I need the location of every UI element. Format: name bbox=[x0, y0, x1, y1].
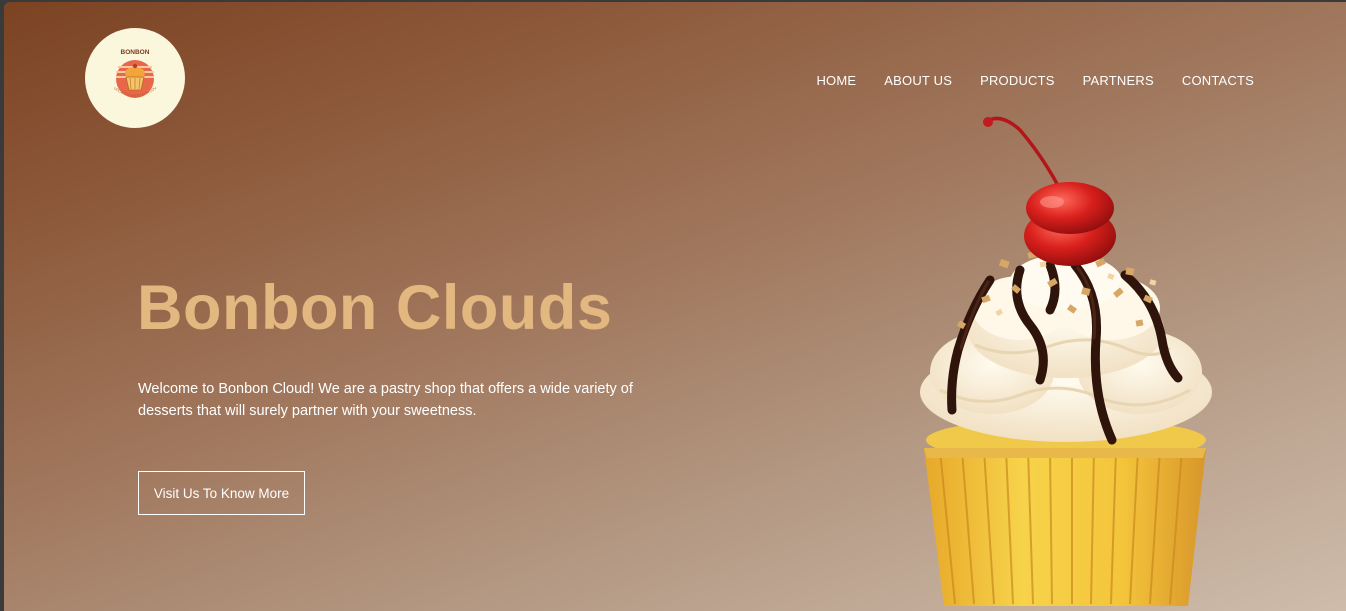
hero-description: Welcome to Bonbon Cloud! We are a pastry… bbox=[138, 381, 633, 419]
brand-logo[interactable]: BONBON CUPCAKES MADE WITH LOVE bbox=[85, 28, 185, 128]
visit-us-button[interactable]: Visit Us To Know More bbox=[138, 471, 305, 515]
cupcake-logo-icon: BONBON CUPCAKES MADE WITH LOVE bbox=[96, 39, 158, 98]
hero-title: Bonbon Clouds bbox=[137, 273, 613, 343]
nav-partners[interactable]: PARTNERS bbox=[1083, 73, 1154, 88]
nav-contacts[interactable]: CONTACTS bbox=[1182, 73, 1254, 88]
page-frame: BONBON CUPCAKES MADE WITH LOVE HOME ABOU… bbox=[4, 2, 1346, 611]
nav-products[interactable]: PRODUCTS bbox=[980, 73, 1055, 88]
nav-about-us[interactable]: ABOUT US bbox=[884, 73, 952, 88]
main-nav: HOME ABOUT US PRODUCTS PARTNERS CONTACTS bbox=[816, 73, 1254, 88]
logo-wordmark: BONBON bbox=[121, 49, 150, 56]
cupcake-image bbox=[920, 116, 1212, 606]
nav-home[interactable]: HOME bbox=[816, 73, 856, 88]
